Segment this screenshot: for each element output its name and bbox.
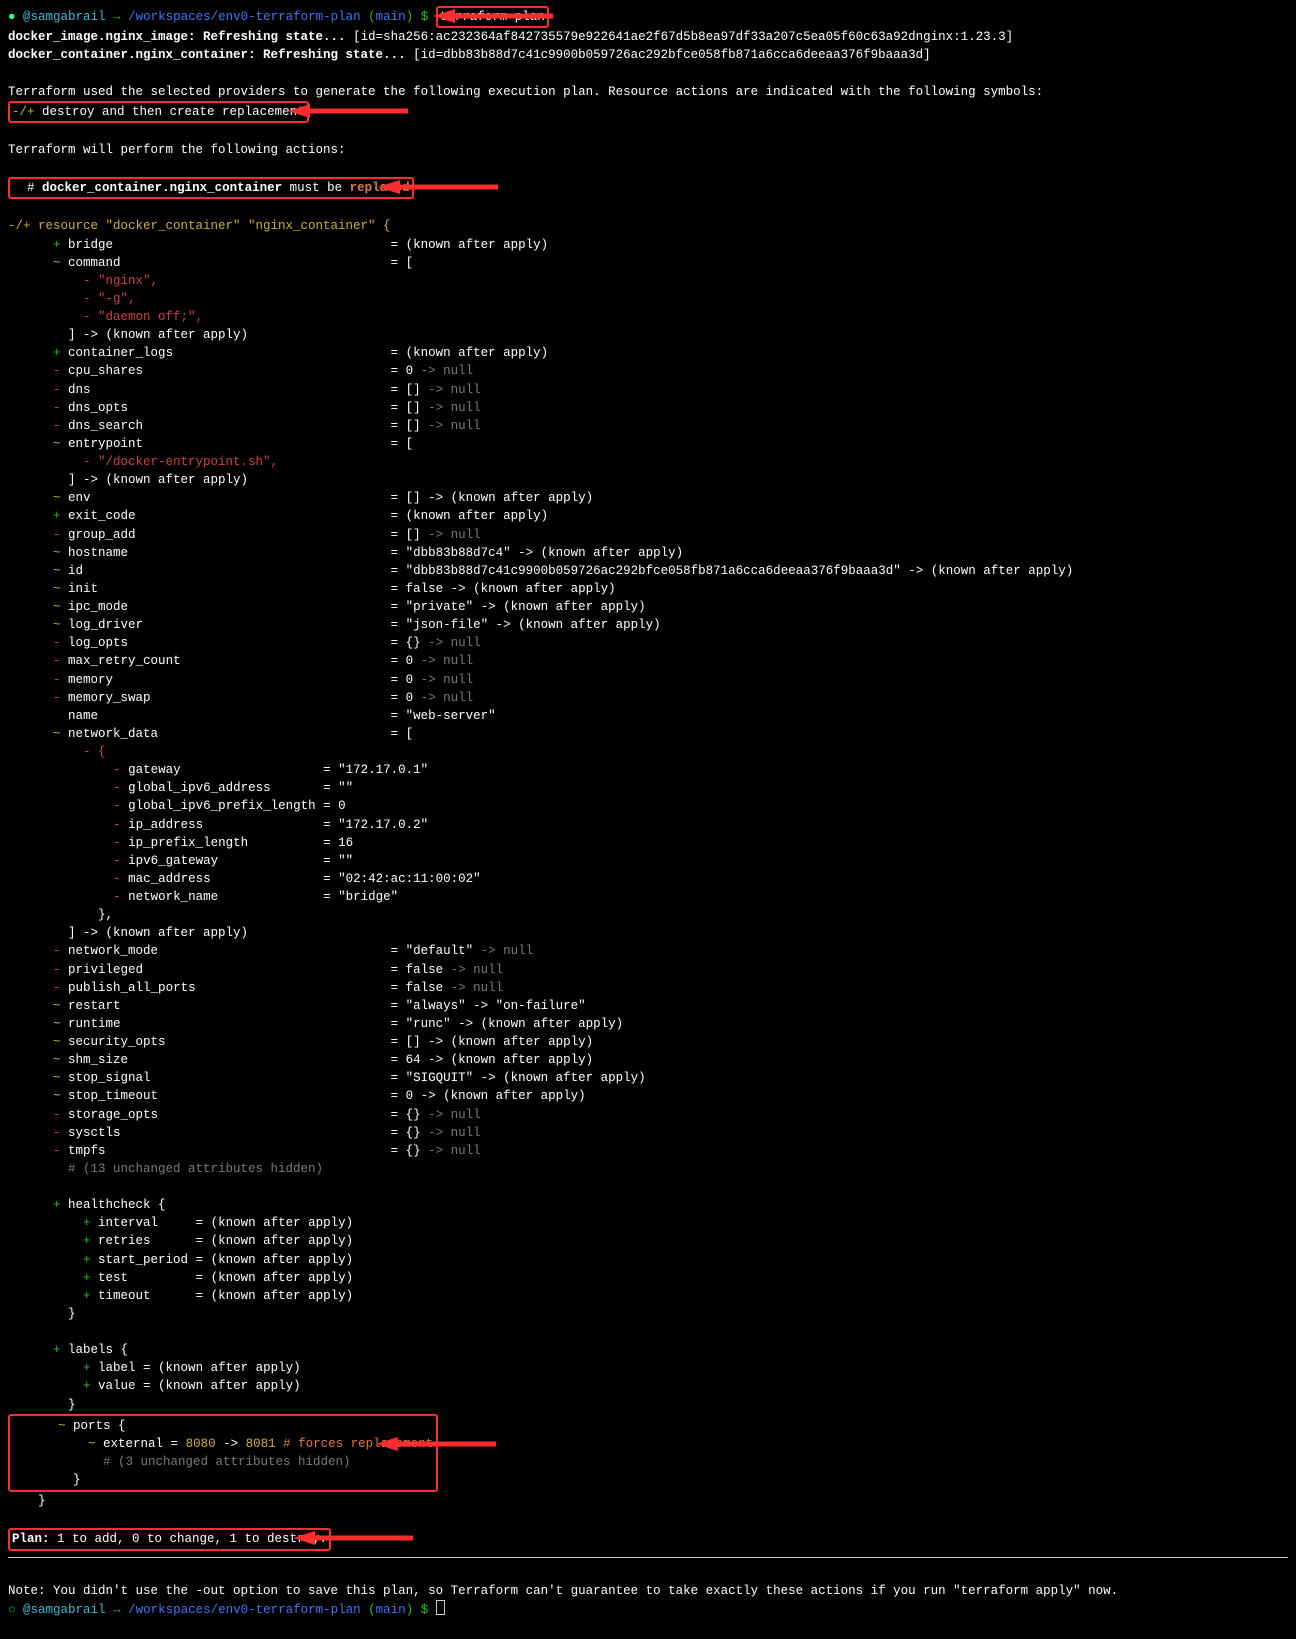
cursor[interactable] (436, 1600, 445, 1615)
prompt-user: @samgabrail (23, 1603, 106, 1617)
highlight-mustreplace: # docker_container.nginx_container must … (8, 177, 414, 199)
resource-close: } (8, 1492, 1288, 1510)
terminal-line: Terraform used the selected providers to… (8, 83, 1288, 101)
arrow-icon: → (113, 1603, 121, 1617)
bullet-icon: ● (8, 10, 16, 24)
terminal-line: ● @samgabrail → /workspaces/env0-terrafo… (8, 6, 1288, 28)
command-text[interactable]: terraform plan (440, 10, 545, 24)
terminal-line: docker_image.nginx_image: Refreshing sta… (8, 28, 1288, 46)
prompt-path: /workspaces/env0-terraform-plan (128, 1603, 361, 1617)
prompt-branch: main (376, 10, 406, 24)
terminal-line: docker_container.nginx_container: Refres… (8, 46, 1288, 64)
terminal-line: Terraform will perform the following act… (8, 141, 1288, 159)
note-text: Note: You didn't use the -out option to … (8, 1582, 1288, 1600)
terminal-line[interactable]: ○ @samgabrail → /workspaces/env0-terrafo… (8, 1600, 1288, 1619)
prompt-path: /workspaces/env0-terraform-plan (128, 10, 361, 24)
highlight-ports: ~ ports { ~ external = 8080 -> 8081 # fo… (8, 1414, 438, 1493)
highlight-symbol: -/+ destroy and then create replacement (8, 101, 309, 123)
prompt-user: @samgabrail (23, 10, 106, 24)
bullet-icon: ○ (8, 1603, 16, 1617)
arrow-icon: → (113, 10, 121, 24)
branch-open: ( (368, 10, 376, 24)
resource-diff: -/+ resource "docker_container" "nginx_c… (8, 199, 1288, 1413)
dollar-icon: $ (421, 1603, 429, 1617)
highlight-command: terraform plan (436, 6, 549, 28)
divider (8, 1557, 1288, 1558)
highlight-plan: Plan: 1 to add, 0 to change, 1 to destro… (8, 1528, 331, 1550)
branch-close: ) (406, 10, 414, 24)
dollar-icon: $ (421, 10, 429, 24)
